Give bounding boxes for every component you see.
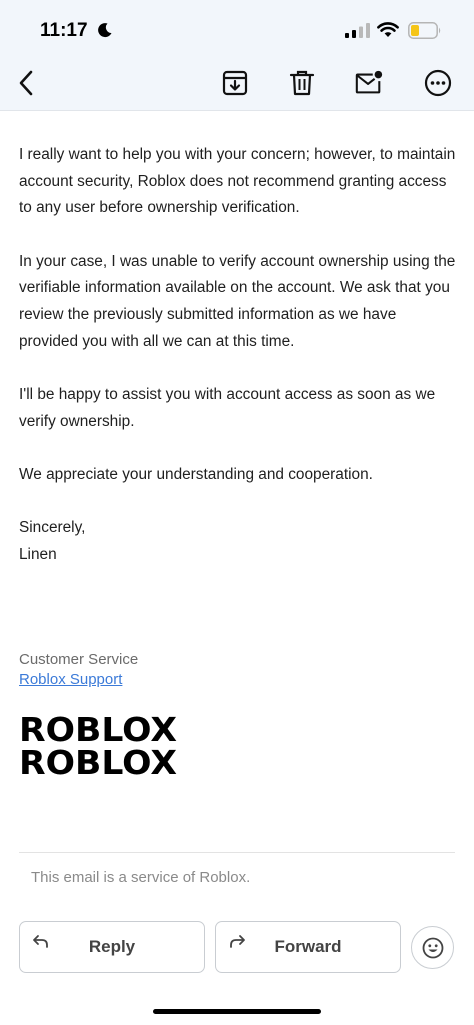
reply-label: Reply	[88, 937, 136, 956]
wifi-icon	[377, 22, 399, 37]
archive-icon[interactable]	[220, 68, 250, 98]
svg-text:ROBLOX: ROBLOX	[19, 712, 177, 744]
more-horizontal-icon[interactable]	[423, 68, 453, 98]
svg-text:ROBLOX: ROBLOX	[19, 745, 177, 777]
footer-divider	[19, 852, 455, 853]
forward-button[interactable]: Forward	[215, 921, 401, 973]
email-toolbar	[0, 56, 474, 111]
email-signer: Linen	[19, 545, 57, 563]
forward-label: Forward	[274, 937, 342, 956]
email-paragraph: We appreciate your understanding and coo…	[19, 465, 373, 483]
trash-icon[interactable]	[287, 68, 317, 98]
signature-role: Customer Service	[19, 651, 139, 668]
status-time: 11:17	[40, 20, 88, 41]
email-paragraph: In your case, I was unable to verify acc…	[19, 252, 456, 350]
status-bar: 11:17	[0, 0, 474, 56]
home-indicator[interactable]	[153, 1009, 321, 1014]
back-arrow-icon[interactable]	[12, 68, 42, 98]
reply-button[interactable]: Reply	[19, 921, 205, 973]
email-body: I really want to help you with your conc…	[19, 142, 459, 568]
email-paragraph: I really want to help you with your conc…	[19, 146, 456, 217]
roblox-logo: ROBLOX	[19, 712, 177, 744]
mail-unread-icon[interactable]	[354, 68, 384, 98]
moon-icon	[98, 23, 112, 38]
email-closing: Sincerely,	[19, 519, 86, 537]
roblox-logo: ROBLOX	[19, 745, 177, 777]
emoji-reaction-button[interactable]	[411, 926, 454, 969]
roblox-support-link[interactable]: Roblox Support	[19, 671, 122, 688]
battery-icon	[408, 22, 441, 39]
cellular-signal-icon	[345, 23, 370, 38]
footer-note: This email is a service of Roblox.	[31, 869, 251, 886]
smiley-icon	[422, 937, 444, 959]
email-paragraph: I'll be happy to assist you with account…	[19, 385, 436, 430]
